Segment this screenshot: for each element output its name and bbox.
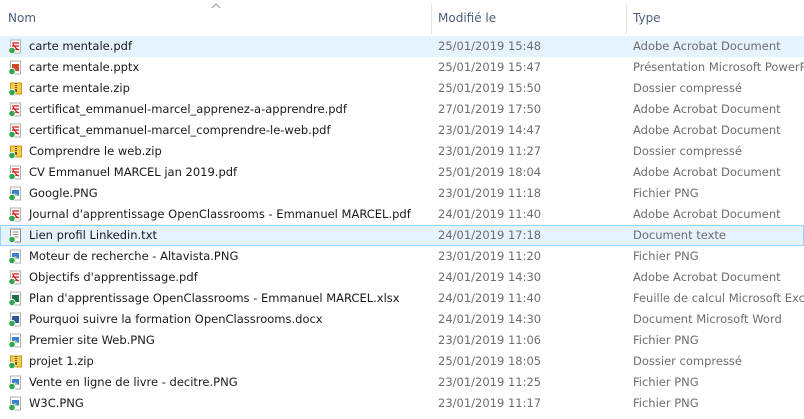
file-modified-date: 23/01/2019 11:27 bbox=[438, 144, 542, 158]
file-name[interactable]: carte mentale.pptx bbox=[29, 57, 139, 78]
file-row[interactable]: certificat_emmanuel-marcel_comprendre-le… bbox=[0, 120, 804, 141]
file-name[interactable]: Premier site Web.PNG bbox=[29, 330, 155, 351]
file-modified-date: 27/01/2019 17:50 bbox=[438, 102, 542, 116]
file-row[interactable]: Moteur de recherche - Altavista.PNG 23/01… bbox=[0, 246, 804, 267]
file-name[interactable]: Moteur de recherche - Altavista.PNG bbox=[29, 246, 238, 267]
file-modified-date: 23/01/2019 14:47 bbox=[438, 123, 542, 137]
png-file-icon bbox=[8, 396, 21, 411]
file-type: Fichier PNG bbox=[633, 186, 699, 200]
file-modified-date: 23/01/2019 11:25 bbox=[438, 375, 542, 389]
xlsx-file-icon bbox=[8, 291, 21, 306]
file-name[interactable]: CV Emmanuel MARCEL jan 2019.pdf bbox=[29, 162, 237, 183]
file-modified-date: 23/01/2019 11:20 bbox=[438, 249, 542, 263]
pdf-file-icon bbox=[8, 123, 21, 138]
pptx-file-icon bbox=[8, 60, 21, 75]
file-modified-date: 25/01/2019 15:47 bbox=[438, 60, 542, 74]
png-file-icon bbox=[8, 249, 21, 264]
file-row[interactable]: Plan d'apprentissage OpenClassrooms - Em… bbox=[0, 288, 804, 309]
file-name[interactable]: certificat_emmanuel-marcel_comprendre-le… bbox=[29, 120, 331, 141]
file-row[interactable]: Objectifs d'apprentissage.pdf 24/01/2019 … bbox=[0, 267, 804, 288]
file-name[interactable]: Lien profil Linkedin.txt bbox=[29, 225, 157, 246]
file-modified-date: 25/01/2019 15:48 bbox=[438, 39, 542, 53]
file-row[interactable]: projet 1.zip 25/01/2019 18:05 Dossier comp… bbox=[0, 351, 804, 372]
pdf-file-icon bbox=[8, 165, 21, 180]
column-divider[interactable] bbox=[626, 4, 627, 34]
file-type: Dossier compressé bbox=[633, 81, 742, 95]
file-row[interactable]: carte mentale.pptx 25/01/2019 15:47 Présen… bbox=[0, 57, 804, 78]
file-name[interactable]: Objectifs d'apprentissage.pdf bbox=[29, 267, 198, 288]
pdf-file-icon bbox=[8, 102, 21, 117]
file-name[interactable]: Comprendre le web.zip bbox=[29, 141, 162, 162]
column-header-name[interactable]: Nom bbox=[8, 0, 36, 36]
pdf-file-icon bbox=[8, 207, 21, 222]
file-type: Feuille de calcul Microsoft Excel bbox=[633, 291, 804, 305]
file-modified-date: 23/01/2019 11:17 bbox=[438, 396, 542, 410]
file-name[interactable]: certificat_emmanuel-marcel_apprenez-a-ap… bbox=[29, 99, 347, 120]
png-file-icon bbox=[8, 375, 21, 390]
file-row[interactable]: carte mentale.pdf 25/01/2019 15:48 Adobe A… bbox=[0, 36, 804, 57]
file-type: Présentation Microsoft PowerPoint bbox=[633, 60, 804, 74]
file-name[interactable]: carte mentale.zip bbox=[29, 78, 130, 99]
file-name[interactable]: Vente en ligne de livre - decitre.PNG bbox=[29, 372, 238, 393]
pdf-file-icon bbox=[8, 39, 21, 54]
file-type: Dossier compressé bbox=[633, 354, 742, 368]
file-modified-date: 24/01/2019 11:40 bbox=[438, 291, 542, 305]
txt-file-icon bbox=[8, 228, 21, 243]
column-divider[interactable] bbox=[431, 4, 432, 34]
file-row[interactable]: Journal d'apprentissage OpenClassrooms -… bbox=[0, 204, 804, 225]
column-header-type[interactable]: Type bbox=[633, 0, 661, 36]
file-row[interactable]: W3C.PNG 23/01/2019 11:17 Fichier PNG bbox=[0, 393, 804, 414]
zip-file-icon bbox=[8, 82, 22, 96]
file-row[interactable]: Comprendre le web.zip 23/01/2019 11:27 Dos… bbox=[0, 141, 804, 162]
file-name[interactable]: carte mentale.pdf bbox=[29, 36, 132, 57]
file-list: carte mentale.pdf 25/01/2019 15:48 Adobe A… bbox=[0, 36, 804, 414]
file-type: Fichier PNG bbox=[633, 396, 699, 410]
png-file-icon bbox=[8, 186, 21, 201]
file-name[interactable]: W3C.PNG bbox=[29, 393, 84, 414]
file-type: Dossier compressé bbox=[633, 144, 742, 158]
file-modified-date: 24/01/2019 17:18 bbox=[438, 228, 542, 242]
file-modified-date: 25/01/2019 18:04 bbox=[438, 165, 542, 179]
file-row[interactable]: carte mentale.zip 25/01/2019 15:50 Dossier… bbox=[0, 78, 804, 99]
file-name[interactable]: Pourquoi suivre la formation OpenClassro… bbox=[29, 309, 323, 330]
file-type: Adobe Acrobat Document bbox=[633, 102, 781, 116]
file-type: Document Microsoft Word bbox=[633, 312, 782, 326]
zip-file-icon bbox=[8, 145, 22, 159]
file-type: Adobe Acrobat Document bbox=[633, 123, 781, 137]
file-type: Fichier PNG bbox=[633, 249, 699, 263]
file-row[interactable]: Pourquoi suivre la formation OpenClassro… bbox=[0, 309, 804, 330]
file-type: Fichier PNG bbox=[633, 375, 699, 389]
sort-ascending-icon bbox=[211, 3, 221, 9]
file-row[interactable]: Lien profil Linkedin.txt 24/01/2019 17:18… bbox=[0, 225, 804, 246]
file-name[interactable]: Google.PNG bbox=[29, 183, 98, 204]
png-file-icon bbox=[8, 333, 21, 348]
pdf-file-icon bbox=[8, 270, 21, 285]
file-type: Adobe Acrobat Document bbox=[633, 270, 781, 284]
file-modified-date: 23/01/2019 11:18 bbox=[438, 186, 542, 200]
file-modified-date: 23/01/2019 11:06 bbox=[438, 333, 542, 347]
file-name[interactable]: Plan d'apprentissage OpenClassrooms - Em… bbox=[29, 288, 400, 309]
file-type: Fichier PNG bbox=[633, 333, 699, 347]
file-type: Adobe Acrobat Document bbox=[633, 165, 781, 179]
file-row[interactable]: Vente en ligne de livre - decitre.PNG 23/… bbox=[0, 372, 804, 393]
file-type: Adobe Acrobat Document bbox=[633, 39, 781, 53]
file-row[interactable]: Google.PNG 23/01/2019 11:18 Fichier PNG bbox=[0, 183, 804, 204]
file-row[interactable]: certificat_emmanuel-marcel_apprenez-a-ap… bbox=[0, 99, 804, 120]
file-modified-date: 25/01/2019 18:05 bbox=[438, 354, 542, 368]
file-modified-date: 25/01/2019 15:50 bbox=[438, 81, 542, 95]
file-modified-date: 24/01/2019 11:40 bbox=[438, 207, 542, 221]
file-modified-date: 24/01/2019 14:30 bbox=[438, 312, 542, 326]
file-modified-date: 24/01/2019 14:30 bbox=[438, 270, 542, 284]
column-header-bar: Nom Modifié le Type bbox=[0, 0, 804, 36]
file-type: Document texte bbox=[633, 228, 727, 242]
file-name[interactable]: Journal d'apprentissage OpenClassrooms -… bbox=[29, 204, 411, 225]
file-row[interactable]: CV Emmanuel MARCEL jan 2019.pdf 25/01/201… bbox=[0, 162, 804, 183]
docx-file-icon bbox=[8, 312, 21, 327]
file-row[interactable]: Premier site Web.PNG 23/01/2019 11:06 Fich… bbox=[0, 330, 804, 351]
file-name[interactable]: projet 1.zip bbox=[29, 351, 94, 372]
file-type: Adobe Acrobat Document bbox=[633, 207, 781, 221]
column-header-modified[interactable]: Modifié le bbox=[438, 0, 496, 36]
zip-file-icon bbox=[8, 355, 22, 369]
